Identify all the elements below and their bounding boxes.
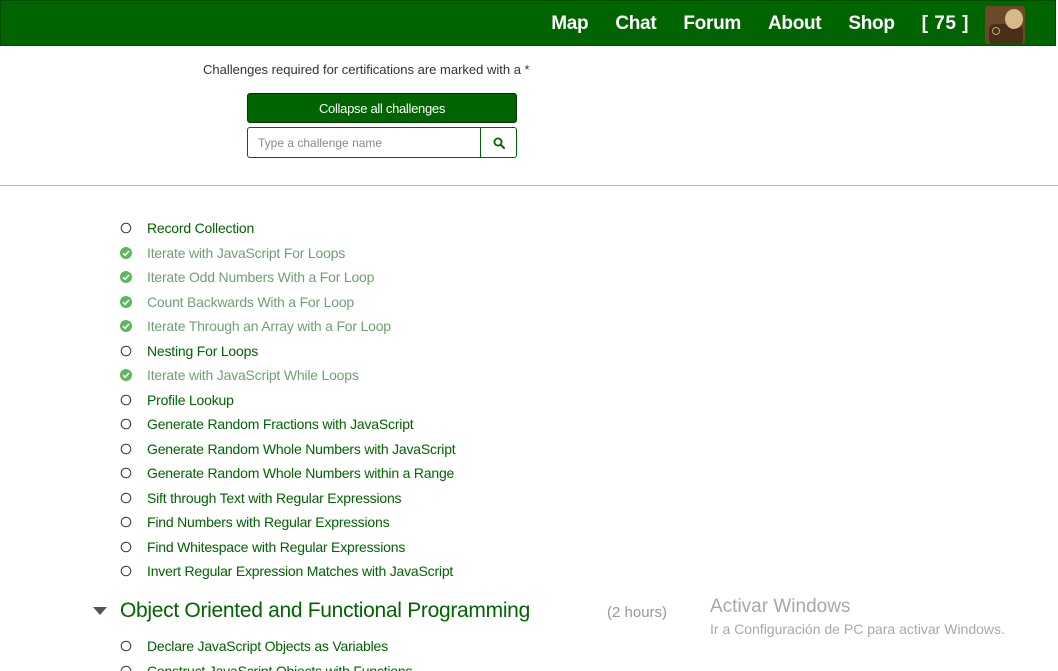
challenge-name: Iterate with JavaScript For Loops — [147, 244, 346, 261]
challenge-name: Generate Random Fractions with JavaScrip… — [147, 416, 414, 433]
check-circle-icon — [120, 295, 132, 308]
nav-link-forum[interactable]: Forum — [683, 13, 741, 35]
challenge-name: Find Whitespace with Regular Expressions — [147, 538, 406, 555]
caret-down-icon — [93, 607, 107, 615]
challenge-name: Find Numbers with Regular Expressions — [147, 514, 390, 531]
empty-circle-icon — [120, 222, 132, 234]
nav-link-shop[interactable]: Shop — [848, 13, 895, 35]
challenge-item[interactable]: Find Numbers with Regular Expressions — [120, 510, 455, 535]
challenge-item[interactable]: Generate Random Whole Numbers with JavaS… — [120, 437, 456, 462]
points-counter: [ 75 ] — [921, 13, 969, 34]
section-title: Object Oriented and Functional Programmi… — [120, 599, 530, 622]
check-circle-icon — [120, 246, 132, 259]
section-time: (2 hours) — [607, 604, 668, 621]
avatar[interactable] — [985, 6, 1025, 44]
challenge-item[interactable]: Invert Regular Expression Matches with J… — [120, 559, 455, 584]
challenge-name: Invert Regular Expression Matches with J… — [147, 563, 454, 580]
nav-links: Map Chat Forum About Shop [ 75 ] — [524, 1, 969, 47]
search-bar — [247, 127, 517, 158]
check-circle-icon — [120, 320, 132, 333]
search-button[interactable] — [480, 128, 516, 157]
challenge-item[interactable]: Declare JavaScript Objects as Variables — [120, 634, 412, 659]
challenge-item[interactable]: Construct JavaScript Objects with Functi… — [120, 659, 412, 671]
challenge-name: Nesting For Loops — [147, 342, 258, 359]
divider — [0, 185, 1058, 186]
empty-circle-icon — [120, 516, 132, 528]
challenge-item[interactable]: Iterate Odd Numbers With a For Loop — [120, 265, 455, 290]
challenge-item[interactable]: Record Collection — [120, 216, 455, 241]
empty-circle-icon — [120, 492, 132, 504]
empty-circle-icon — [120, 394, 132, 406]
challenge-item[interactable]: Sift through Text with Regular Expressio… — [120, 486, 455, 511]
windows-activation-watermark: Activar Windows Ir a Configuración de PC… — [710, 596, 1005, 637]
search-icon — [493, 137, 505, 149]
nav-link-chat[interactable]: Chat — [615, 13, 656, 35]
challenge-name: Iterate Odd Numbers With a For Loop — [147, 269, 375, 286]
section-challenge-list: Declare JavaScript Objects as Variables C… — [120, 634, 412, 671]
challenge-name: Sift through Text with Regular Expressio… — [147, 489, 402, 506]
watermark-title: Activar Windows — [710, 596, 851, 617]
challenge-item[interactable]: Generate Random Fractions with JavaScrip… — [120, 412, 455, 437]
empty-circle-icon — [120, 541, 132, 553]
avatar-face — [1005, 9, 1023, 29]
nav-link-map[interactable]: Map — [551, 13, 588, 35]
challenge-name: Count Backwards With a For Loop — [147, 293, 355, 310]
challenge-list: Record Collection Iterate with JavaScript… — [120, 216, 456, 584]
challenge-item[interactable]: Find Whitespace with Regular Expressions — [120, 535, 455, 560]
empty-circle-icon — [120, 565, 132, 577]
check-circle-icon — [120, 271, 132, 284]
empty-circle-icon — [120, 345, 132, 357]
challenge-item[interactable]: Nesting For Loops — [120, 339, 455, 364]
challenge-item[interactable]: Generate Random Whole Numbers within a R… — [120, 461, 455, 486]
empty-circle-icon — [120, 665, 132, 671]
challenge-name: Generate Random Whole Numbers within a R… — [147, 465, 455, 482]
empty-circle-icon — [120, 467, 132, 479]
challenge-name: Generate Random Whole Numbers with JavaS… — [147, 440, 456, 457]
top-navbar: Map Chat Forum About Shop [ 75 ] — [0, 0, 1056, 46]
challenge-name: Construct JavaScript Objects with Functi… — [147, 662, 413, 671]
challenge-name: Record Collection — [147, 220, 255, 237]
search-input[interactable] — [248, 128, 480, 157]
challenge-name: Declare JavaScript Objects as Variables — [147, 638, 388, 655]
empty-circle-icon — [120, 443, 132, 455]
challenge-item[interactable]: Iterate with JavaScript While Loops — [120, 363, 455, 388]
collapse-all-button[interactable]: Collapse all challenges — [247, 93, 517, 123]
challenge-name: Iterate with JavaScript While Loops — [147, 367, 359, 384]
challenge-name: Profile Lookup — [147, 391, 234, 408]
empty-circle-icon — [120, 418, 132, 430]
challenge-item[interactable]: Iterate Through an Array with a For Loop — [120, 314, 455, 339]
avatar-badge — [992, 27, 1000, 35]
nav-link-about[interactable]: About — [768, 13, 822, 35]
watermark-subtitle: Ir a Configuración de PC para activar Wi… — [710, 621, 1005, 637]
certification-note: Challenges required for certifications a… — [203, 62, 530, 77]
challenge-name: Iterate Through an Array with a For Loop — [147, 318, 391, 335]
section-header[interactable]: Object Oriented and Functional Programmi… — [93, 597, 693, 625]
empty-circle-icon — [120, 640, 132, 652]
check-circle-icon — [120, 369, 132, 382]
challenge-item[interactable]: Profile Lookup — [120, 388, 455, 413]
challenge-item[interactable]: Count Backwards With a For Loop — [120, 290, 455, 315]
challenge-item[interactable]: Iterate with JavaScript For Loops — [120, 241, 455, 266]
